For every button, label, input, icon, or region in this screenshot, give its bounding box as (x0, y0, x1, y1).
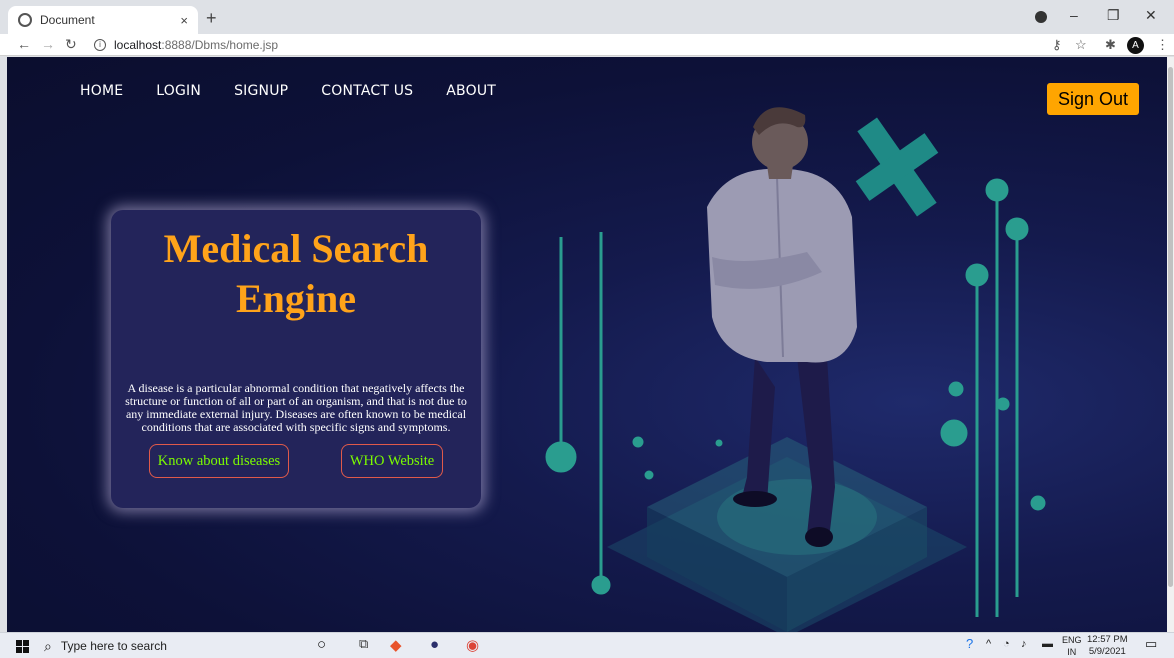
clock-time: 12:57 PM (1087, 634, 1128, 645)
battery-icon[interactable]: ▬ (1042, 638, 1053, 650)
new-tab-button[interactable]: + (206, 8, 217, 29)
page-title: Medical Search Engine (163, 226, 429, 321)
who-website-button[interactable]: WHO Website (341, 444, 443, 478)
region-code: IN (1067, 647, 1077, 657)
know-about-diseases-button[interactable]: Know about diseases (149, 444, 289, 478)
url-host: localhost (114, 38, 162, 52)
url-path: :8888/Dbms/home.jsp (161, 38, 279, 52)
profile-indicator-icon[interactable] (1035, 11, 1047, 23)
forward-arrow-icon[interactable]: → (41, 36, 55, 52)
language-code: ENG (1062, 635, 1082, 645)
sign-out-button[interactable]: Sign Out (1047, 83, 1139, 115)
brave-browser-icon[interactable]: ◆ (390, 636, 402, 654)
circuit-node (644, 470, 654, 480)
network-icon[interactable]: ◔ (1003, 638, 1010, 650)
nav-home[interactable]: HOME (80, 83, 123, 99)
tab-title: Document (40, 13, 95, 27)
extensions-icon[interactable]: ✱ (1105, 37, 1116, 53)
key-icon[interactable]: ⚷ (1052, 37, 1062, 53)
os-taskbar: ⌕ Type here to search ○ ⧉ ◆ ● ◉ ? ^ ◔ ♪ … (0, 632, 1174, 658)
scrollbar-thumb[interactable] (1168, 67, 1173, 587)
circuit-node (1030, 495, 1046, 511)
volume-icon[interactable]: ♪ (1021, 638, 1027, 650)
circuit-node (965, 263, 989, 287)
close-window-icon[interactable]: ✕ (1145, 7, 1157, 24)
taskbar-search-placeholder: Type here to search (60, 639, 167, 653)
restore-icon[interactable]: ❐ (1107, 7, 1120, 24)
browser-tab-strip: Document × + – ❐ ✕ (0, 0, 1174, 34)
nav-contact-us[interactable]: CONTACT US (321, 83, 413, 99)
notifications-icon[interactable]: ▭ (1145, 636, 1157, 652)
platform-glow (717, 479, 877, 555)
globe-icon (18, 13, 32, 27)
chevron-up-icon[interactable]: ^ (986, 638, 991, 650)
profile-avatar[interactable]: A (1127, 37, 1144, 54)
circuit-node (940, 419, 968, 447)
windows-start-icon[interactable] (16, 640, 29, 653)
address-bar[interactable]: i localhost:8888/Dbms/home.jsp (94, 35, 1024, 55)
taskbar-search[interactable]: ⌕ Type here to search (44, 636, 294, 656)
help-icon[interactable]: ? (966, 636, 973, 651)
circuit-node (985, 178, 1009, 202)
tab-close-button[interactable]: × (180, 13, 188, 28)
menu-dots-icon[interactable]: ⋮ (1156, 37, 1169, 53)
page-scrollbar[interactable] (1167, 57, 1174, 632)
eclipse-icon[interactable]: ● (430, 636, 439, 653)
back-arrow-icon[interactable]: ← (17, 36, 31, 52)
nav-signup[interactable]: SIGNUP (234, 83, 288, 99)
nav-about[interactable]: ABOUT (446, 83, 496, 99)
minimize-icon[interactable]: – (1070, 7, 1078, 23)
nav-login[interactable]: LOGIN (156, 83, 201, 99)
reload-icon[interactable]: ↻ (65, 36, 77, 53)
hero-card: Medical Search Engine A disease is a par… (111, 210, 481, 508)
cortana-icon[interactable]: ○ (317, 636, 326, 653)
circuit-node (996, 397, 1010, 411)
language-indicator[interactable]: ENG IN (1062, 634, 1082, 658)
search-icon: ⌕ (44, 637, 52, 654)
clock-date: 5/9/2021 (1088, 646, 1126, 657)
chrome-icon[interactable]: ◉ (466, 636, 479, 654)
hero-description: A disease is a particular abnormal condi… (125, 381, 467, 434)
page-viewport: HOME LOGIN SIGNUP CONTACT US ABOUT Sign … (7, 57, 1167, 632)
circuit-node (948, 381, 964, 397)
task-view-icon[interactable]: ⧉ (359, 636, 368, 652)
medical-cross-icon (855, 117, 939, 217)
taskbar-clock[interactable]: 12:57 PM 5/9/2021 (1087, 634, 1128, 658)
browser-toolbar: ← → ↻ i localhost:8888/Dbms/home.jsp ⚷ ☆… (0, 34, 1174, 56)
circuit-node (715, 439, 723, 447)
main-nav: HOME LOGIN SIGNUP CONTACT US ABOUT (80, 83, 496, 99)
circuit-node (545, 441, 577, 473)
circuit-node (591, 575, 611, 595)
circuit-node (1005, 217, 1029, 241)
info-icon[interactable]: i (94, 39, 106, 51)
circuit-node (632, 436, 644, 448)
browser-tab[interactable]: Document × (8, 6, 198, 34)
star-icon[interactable]: ☆ (1075, 37, 1087, 53)
